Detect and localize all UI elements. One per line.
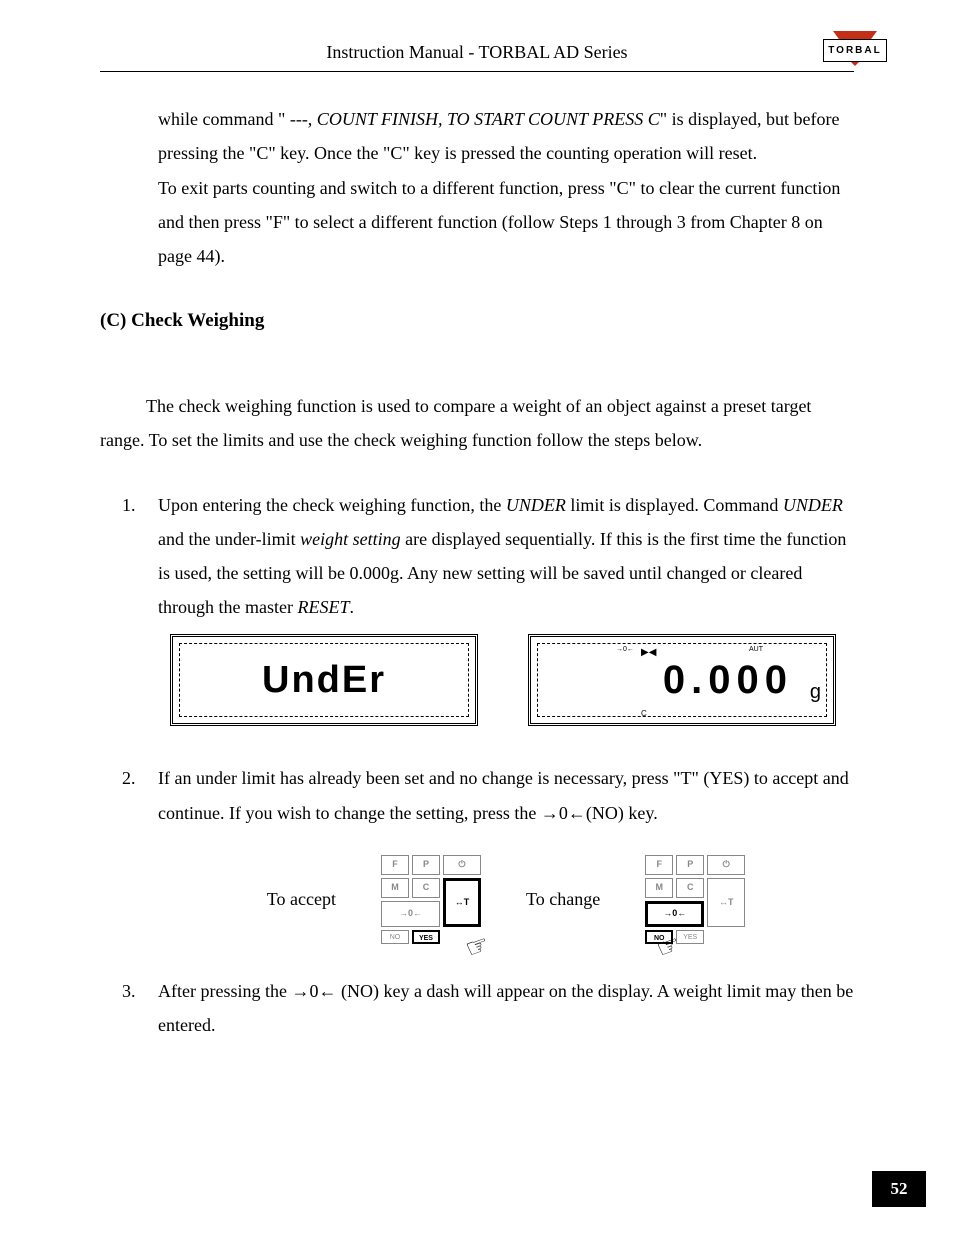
text: limit is displayed. Command — [566, 495, 783, 515]
accept-label: To accept — [267, 882, 336, 916]
italic-text: UNDER — [506, 495, 566, 515]
intro-paragraph: The check weighing function is used to c… — [100, 389, 854, 457]
pointer-hand-icon: ☞ — [458, 920, 497, 974]
italic-text: ---, COUNT FINISH, TO START COUNT PRESS … — [290, 109, 660, 129]
text: . — [349, 597, 354, 617]
key-p[interactable]: P — [412, 855, 440, 875]
key-f[interactable]: F — [645, 855, 673, 875]
header-title: Instruction Manual - TORBAL AD Series — [100, 35, 854, 71]
document-page: Instruction Manual - TORBAL AD Series TO… — [0, 0, 954, 1235]
key-p[interactable]: P — [676, 855, 704, 875]
key-m[interactable]: M — [381, 878, 409, 898]
key-t[interactable]: ↔T — [707, 878, 745, 927]
step-2: If an under limit has already been set a… — [140, 761, 854, 943]
key-zero-highlighted[interactable]: →0← — [645, 901, 704, 927]
lcd-unit: g — [810, 673, 821, 711]
italic-text: RESET — [297, 597, 349, 617]
continuation-paragraph: while command " ---, COUNT FINISH, TO ST… — [100, 102, 854, 273]
logo-text: TORBAL — [823, 39, 886, 62]
text: If an under limit has already been set a… — [158, 768, 849, 822]
key-c[interactable]: C — [676, 878, 704, 898]
change-label: To change — [526, 882, 600, 916]
key-c[interactable]: C — [412, 878, 440, 898]
text: After pressing the →0← (NO) key a dash w… — [158, 981, 853, 1035]
keypad-accept: F P ⏻ M C ↔T →0← NO YES ☞ — [381, 855, 481, 944]
key-f[interactable]: F — [381, 855, 409, 875]
section-heading: (C) Check Weighing — [100, 303, 854, 339]
key-t-highlighted[interactable]: ↔T — [443, 878, 481, 927]
lcd-display-row: UndEr →0← ▶◀ AUT 0.000 g C — [170, 634, 854, 726]
key-power[interactable]: ⏻ — [443, 855, 481, 875]
italic-text: weight setting — [300, 529, 401, 549]
key-power[interactable]: ⏻ — [707, 855, 745, 875]
keypad-row: To accept F P ⏻ M C ↔T →0← NO YES ☞ To c… — [158, 855, 854, 944]
lcd-display-value: →0← ▶◀ AUT 0.000 g C — [528, 634, 836, 726]
sublabel-yes: YES — [676, 930, 704, 944]
page-header: Instruction Manual - TORBAL AD Series TO… — [100, 35, 854, 72]
keypad-change: F P ⏻ M C ↔T →0← NO YES ☞ — [645, 855, 745, 944]
sublabel-no-highlighted: NO — [645, 930, 673, 944]
italic-text: UNDER — [783, 495, 843, 515]
lcd-text: UndEr — [173, 644, 475, 716]
key-zero[interactable]: →0← — [381, 901, 440, 927]
text: and the under-limit — [158, 529, 300, 549]
text: To exit parts counting and switch to a d… — [158, 178, 840, 266]
text: while command " — [158, 109, 290, 129]
lcd-c-indicator: C — [641, 706, 647, 721]
page-content: while command " ---, COUNT FINISH, TO ST… — [100, 102, 854, 1042]
pointer-hand-icon: ☞ — [649, 920, 688, 974]
sublabel-no: NO — [381, 930, 409, 944]
step-1: Upon entering the check weighing functio… — [140, 488, 854, 727]
key-m[interactable]: M — [645, 878, 673, 898]
text: Upon entering the check weighing functio… — [158, 495, 506, 515]
step-3: After pressing the →0← (NO) key a dash w… — [140, 974, 854, 1042]
torbal-logo: TORBAL — [816, 30, 894, 78]
page-number: 52 — [872, 1171, 926, 1207]
sublabel-yes-highlighted: YES — [412, 930, 440, 944]
lcd-value: 0.000 — [531, 642, 833, 718]
steps-list: Upon entering the check weighing functio… — [100, 488, 854, 1043]
header-rule — [100, 71, 854, 72]
lcd-display-under: UndEr — [170, 634, 478, 726]
